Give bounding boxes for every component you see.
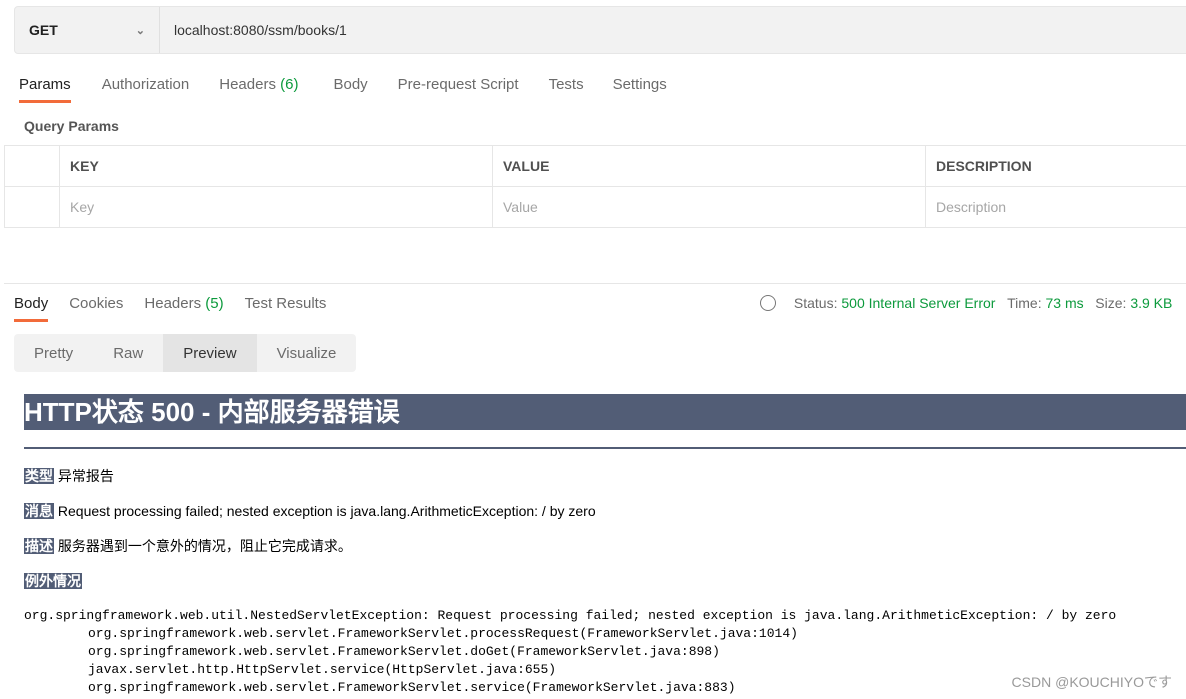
tab-response-body[interactable]: Body [14, 295, 49, 322]
view-visualize[interactable]: Visualize [257, 334, 357, 372]
tab-test-results[interactable]: Test Results [245, 295, 327, 322]
tab-authorization[interactable]: Authorization [102, 76, 190, 103]
description-input[interactable]: Description [925, 186, 1186, 228]
query-params-title: Query Params [24, 118, 119, 134]
globe-icon[interactable] [760, 295, 776, 311]
response-status: Status: 500 Internal Server Error Time: … [760, 295, 1172, 311]
tab-cookies[interactable]: Cookies [69, 295, 123, 322]
column-description: DESCRIPTION [925, 145, 1186, 187]
method-select[interactable]: GET ⌄ [15, 7, 160, 53]
key-input[interactable]: Key [59, 186, 493, 228]
request-tabs: Params Authorization Headers (6) Body Pr… [19, 76, 667, 103]
view-pretty[interactable]: Pretty [14, 334, 93, 372]
url-input[interactable]: localhost:8080/ssm/books/1 [160, 22, 347, 38]
tab-settings[interactable]: Settings [613, 76, 667, 103]
tab-params[interactable]: Params [19, 76, 71, 103]
error-title: HTTP状态 500 - 内部服务器错误 [24, 394, 1186, 430]
column-key: KEY [59, 145, 493, 187]
tab-tests[interactable]: Tests [549, 76, 584, 103]
method-value: GET [29, 22, 58, 38]
tab-response-headers[interactable]: Headers (5) [144, 295, 223, 322]
table-header-row: KEY VALUE DESCRIPTION [4, 145, 1186, 187]
size-value: 3.9 KB [1130, 295, 1173, 311]
table-row: Key Value Description [4, 186, 1186, 228]
tab-body[interactable]: Body [333, 76, 367, 103]
stack-trace: org.springframework.web.util.NestedServl… [24, 608, 1117, 695]
divider [4, 283, 1186, 284]
time-value: 73 ms [1045, 295, 1084, 311]
chevron-down-icon: ⌄ [135, 24, 145, 37]
tab-headers[interactable]: Headers (6) [219, 76, 298, 103]
message-line: 消息 Request processing failed; nested exc… [24, 503, 596, 519]
response-tabs: Body Cookies Headers (5) Test Results [14, 295, 326, 322]
exception-heading: 例外情况 [24, 573, 82, 589]
type-line: 类型 异常报告 [24, 468, 114, 484]
watermark: CSDN @KOUCHIYOです [1011, 674, 1172, 690]
description-line: 描述 服务器遇到一个意外的情况，阻止它完成请求。 [24, 538, 352, 554]
tab-pre-request-script[interactable]: Pre-request Script [398, 76, 519, 103]
value-input[interactable]: Value [492, 186, 926, 228]
view-mode-selector: Pretty Raw Preview Visualize [14, 334, 357, 372]
view-raw[interactable]: Raw [93, 334, 163, 372]
column-value: VALUE [492, 145, 926, 187]
status-value: 500 Internal Server Error [841, 295, 996, 311]
url-bar: GET ⌄ localhost:8080/ssm/books/1 [14, 6, 1186, 54]
view-preview[interactable]: Preview [163, 334, 257, 372]
query-params-table: KEY VALUE DESCRIPTION Key Value Descript… [4, 145, 1186, 228]
divider [24, 447, 1186, 449]
